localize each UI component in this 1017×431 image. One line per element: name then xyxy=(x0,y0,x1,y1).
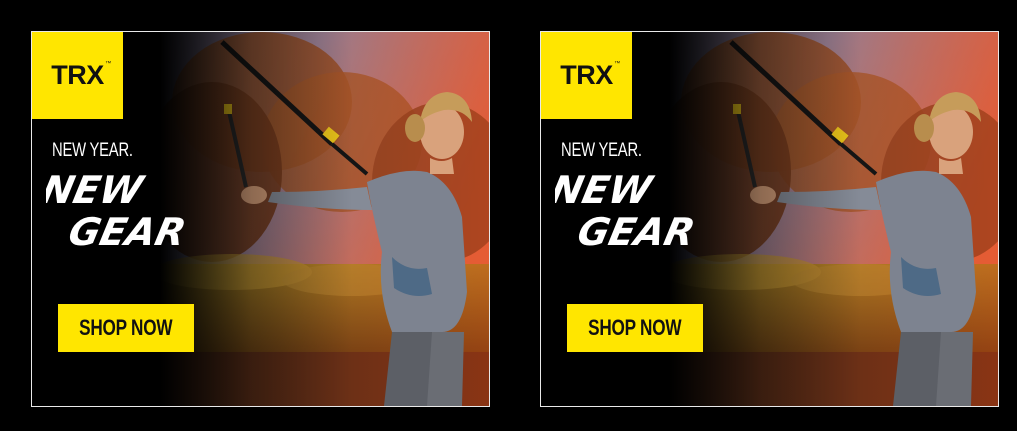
headline-new-year: NEW YEAR. xyxy=(561,140,642,161)
svg-text:NEW: NEW xyxy=(555,168,657,213)
trx-logo[interactable]: TRX ™ xyxy=(541,32,632,119)
shop-now-button[interactable]: SHOP NOW xyxy=(58,304,194,352)
ad-banner-1[interactable]: TRX ™ NEW YEAR. NEW GEAR SHOP NOW xyxy=(31,31,490,407)
trx-logo[interactable]: TRX ™ xyxy=(32,32,123,119)
shop-now-label: SHOP NOW xyxy=(588,315,682,340)
ad-stage: TRX ™ NEW YEAR. NEW GEAR SHOP NOW TRX ™ … xyxy=(0,0,1017,431)
logo-text: TRX ™ xyxy=(560,60,620,90)
logo-text: TRX ™ xyxy=(51,60,111,90)
headline-new-year: NEW YEAR. xyxy=(52,140,133,161)
svg-text:NEW: NEW xyxy=(46,168,148,213)
ad-banner-2[interactable]: TRX ™ NEW YEAR. NEW GEAR SHOP NOW xyxy=(540,31,999,407)
headline-new-gear: NEW GEAR xyxy=(555,168,699,253)
svg-text:GEAR: GEAR xyxy=(573,210,698,253)
headline-new-gear: NEW GEAR xyxy=(46,168,190,253)
shop-now-button[interactable]: SHOP NOW xyxy=(567,304,703,352)
svg-text:GEAR: GEAR xyxy=(64,210,189,253)
shop-now-label: SHOP NOW xyxy=(79,315,173,340)
